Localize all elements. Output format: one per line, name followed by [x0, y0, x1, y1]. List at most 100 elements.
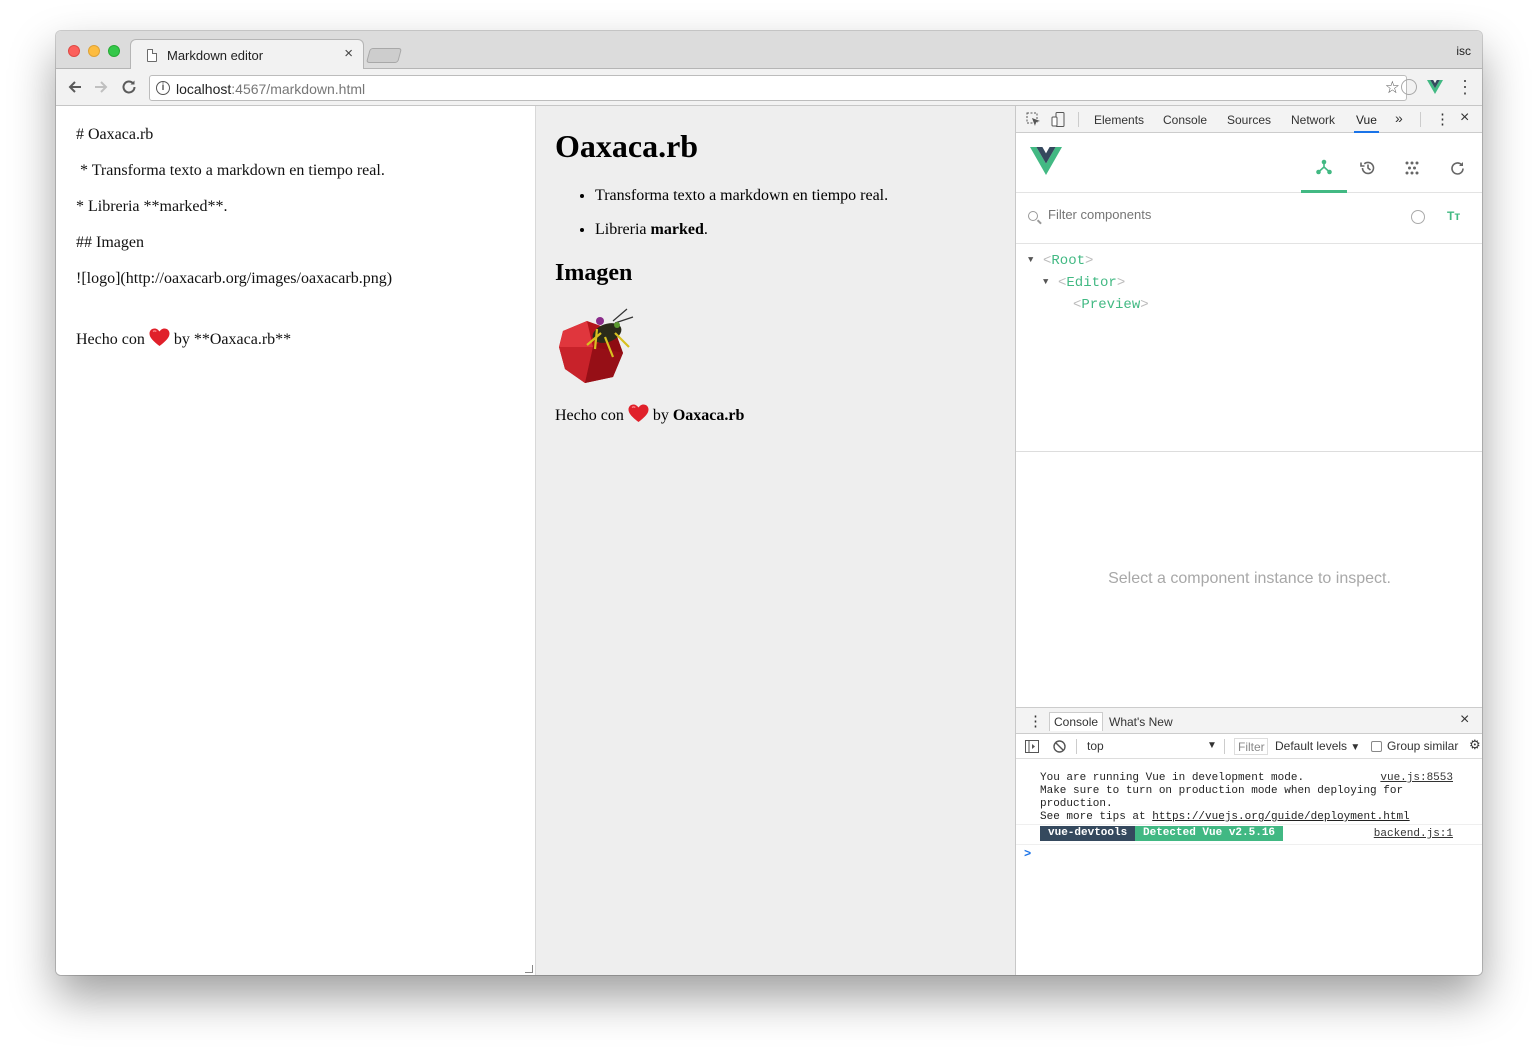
window-minimize-button[interactable]: [88, 45, 100, 57]
console-prompt[interactable]: >: [1024, 847, 1031, 861]
clear-console-icon[interactable]: [1053, 740, 1066, 753]
vuex-history-tab-button[interactable]: [1345, 143, 1391, 193]
select-component-target-icon[interactable]: [1411, 210, 1425, 224]
expand-triangle-icon[interactable]: ▼: [1028, 255, 1033, 265]
editor-line: Hecho con by **Oaxaca.rb**: [76, 328, 291, 349]
drawer-close-icon[interactable]: ×: [1460, 711, 1469, 729]
tree-node-root[interactable]: <Root>: [1043, 253, 1093, 269]
new-tab-button[interactable]: [365, 48, 403, 63]
tab-sources[interactable]: Sources: [1227, 113, 1271, 127]
more-tabs-icon[interactable]: »: [1395, 110, 1403, 126]
editor-line: * Libreria **marked**.: [76, 198, 228, 215]
extension-globe-icon[interactable]: [1401, 79, 1417, 95]
reload-icon: [122, 80, 136, 94]
editor-line: * Transforma texto a markdown en tiempo …: [76, 162, 385, 179]
refresh-icon: [1450, 161, 1464, 175]
detected-vue-badge: Detected Vue v2.5.16: [1135, 826, 1284, 841]
preview-footer: Hecho con by Oaxaca.rb: [555, 404, 744, 425]
oaxacarb-logo-image: [559, 308, 634, 383]
device-toolbar-icon[interactable]: [1051, 112, 1066, 127]
devtools-menu-icon[interactable]: ⋮: [1435, 110, 1450, 128]
preview-subtitle: Imagen: [555, 260, 633, 286]
history-icon: [1360, 161, 1375, 175]
reload-button[interactable]: [118, 76, 140, 98]
list-item: Transforma texto a markdown en tiempo re…: [595, 186, 888, 205]
browser-tab[interactable]: Markdown editor ×: [130, 39, 364, 70]
events-grid-icon: [1405, 161, 1419, 175]
console-source-link[interactable]: backend.js:1: [1374, 828, 1453, 840]
tree-node-preview[interactable]: <Preview>: [1073, 297, 1149, 313]
tab-vue[interactable]: Vue: [1354, 113, 1379, 133]
tab-console[interactable]: Console: [1163, 113, 1207, 127]
console-message-text: Make sure to turn on production mode whe…: [1040, 785, 1404, 797]
refresh-button[interactable]: [1434, 143, 1480, 193]
deployment-docs-link[interactable]: https://vuejs.org/guide/deployment.html: [1152, 811, 1409, 823]
components-tab-button[interactable]: [1301, 143, 1347, 193]
drawer-tabbar: ⋮ Console What's New ×: [1016, 707, 1482, 734]
document-icon: [147, 49, 157, 62]
console-message-text: production.: [1040, 798, 1113, 810]
preview-title: Oaxaca.rb: [555, 128, 699, 164]
component-filter-bar: Tт: [1016, 194, 1482, 244]
drawer-tab-whats-new[interactable]: What's New: [1109, 715, 1173, 729]
tab-network[interactable]: Network: [1291, 113, 1335, 127]
bookmark-star-icon[interactable]: ☆: [1385, 78, 1400, 98]
context-selector[interactable]: top: [1087, 739, 1104, 753]
address-bar[interactable]: i localhost:4567/markdown.html ☆: [149, 75, 1407, 101]
drawer-menu-icon[interactable]: ⋮: [1028, 712, 1043, 730]
back-button[interactable]: [64, 76, 86, 98]
markdown-preview: Oaxaca.rb Transforma texto a markdown en…: [536, 106, 1015, 975]
browser-window: Markdown editor × isc i localhost:4567/m…: [56, 31, 1482, 975]
console-settings-gear-icon[interactable]: ⚙: [1469, 737, 1481, 753]
console-toolbar: top ▼ Filter Default levels ▼ Group simi…: [1016, 734, 1482, 759]
window-close-button[interactable]: [68, 45, 80, 57]
group-similar-label: Group similar: [1387, 739, 1459, 753]
component-tree: ▼ <Root> ▼ <Editor> <Preview>: [1016, 245, 1482, 452]
console-message-text: You are running Vue in development mode.: [1040, 772, 1305, 784]
tab-close-icon[interactable]: ×: [344, 45, 353, 62]
browser-menu-icon[interactable]: ⋮: [1456, 75, 1474, 99]
expand-triangle-icon[interactable]: ▼: [1043, 277, 1048, 287]
heart-icon: [149, 328, 170, 346]
group-similar-checkbox[interactable]: [1371, 741, 1382, 752]
component-tree-icon: [1316, 159, 1332, 174]
tree-node-editor[interactable]: <Editor>: [1058, 275, 1125, 291]
console-filter-input[interactable]: Filter: [1234, 738, 1268, 755]
devtools-tabbar: Elements Console Sources Network Vue » ⋮…: [1016, 106, 1482, 133]
search-icon: [1028, 211, 1038, 221]
heart-icon: [628, 404, 649, 422]
arrow-left-icon: [68, 81, 81, 93]
inspector-pane: Select a component instance to inspect.: [1016, 451, 1482, 707]
format-names-icon[interactable]: Tт: [1447, 209, 1460, 223]
list-item: Libreria marked.: [595, 220, 888, 239]
console-source-link[interactable]: vue.js:8553: [1380, 772, 1453, 784]
browser-toolbar: i localhost:4567/markdown.html ☆ ⋮: [56, 69, 1482, 106]
drawer-tab-console[interactable]: Console: [1049, 712, 1104, 731]
inspect-placeholder-text: Select a component instance to inspect.: [1108, 570, 1391, 587]
console-sidebar-icon[interactable]: [1025, 740, 1039, 753]
preview-list: Transforma texto a markdown en tiempo re…: [595, 186, 888, 254]
vue-devtools-header: [1016, 133, 1482, 193]
markdown-editor[interactable]: # Oaxaca.rb * Transforma texto a markdow…: [56, 106, 536, 975]
editor-line: # Oaxaca.rb: [76, 126, 154, 143]
filter-components-input[interactable]: [1048, 207, 1378, 222]
url-text[interactable]: localhost:4567/markdown.html: [176, 81, 365, 97]
tab-elements[interactable]: Elements: [1094, 113, 1144, 127]
vue-devtools-badge: vue-devtools: [1040, 826, 1136, 841]
profile-name[interactable]: isc: [1456, 44, 1471, 58]
resize-handle[interactable]: [525, 965, 533, 973]
arrow-right-icon: [95, 81, 108, 93]
context-dropdown-icon[interactable]: ▼: [1207, 740, 1217, 751]
forward-button[interactable]: [90, 76, 112, 98]
inspect-element-icon[interactable]: [1026, 112, 1041, 127]
events-tab-button[interactable]: [1389, 143, 1435, 193]
window-maximize-button[interactable]: [108, 45, 120, 57]
info-icon[interactable]: i: [156, 81, 170, 95]
log-levels-dropdown[interactable]: Default levels ▼: [1275, 739, 1360, 753]
devtools-close-icon[interactable]: ×: [1460, 109, 1469, 127]
vue-extension-icon[interactable]: [1427, 79, 1443, 95]
devtools-panel: Elements Console Sources Network Vue » ⋮…: [1015, 106, 1482, 975]
console-message-text: See more tips at https://vuejs.org/guide…: [1040, 811, 1410, 823]
page-content: # Oaxaca.rb * Transforma texto a markdow…: [56, 106, 1015, 975]
editor-line: ![logo](http://oaxacarb.org/images/oaxac…: [76, 270, 393, 287]
